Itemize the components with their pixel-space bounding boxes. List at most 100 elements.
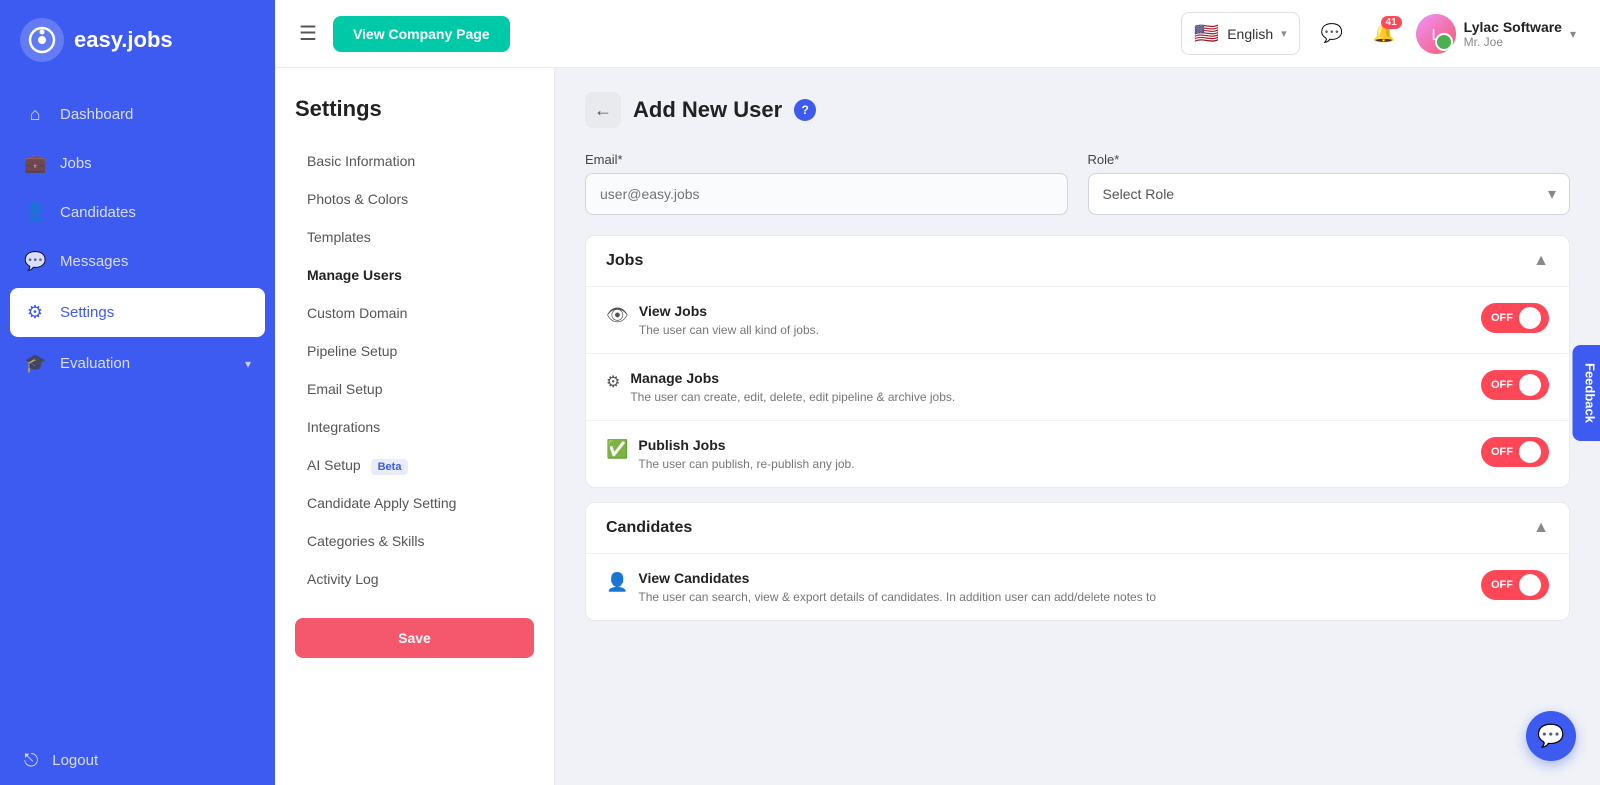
messages-icon: 💬 [24,251,46,272]
jobs-permission-section: Jobs ▲ 👁 View Jobs The user can view all… [585,235,1570,488]
settings-item-custom-domain[interactable]: Custom Domain [295,294,534,332]
email-label: Email* [585,152,1068,167]
candidates-icon: 👤 [24,202,46,223]
publish-jobs-desc: The user can publish, re-publish any job… [638,457,854,471]
view-candidates-left: 👤 View Candidates The user can search, v… [606,570,1156,604]
chat-bubble-icon: 💬 [1320,23,1342,44]
chat-bubble-button[interactable]: 💬 [1526,711,1576,761]
avatar: L [1416,14,1456,54]
settings-item-ai-setup[interactable]: AI Setup Beta [295,446,534,484]
user-info: Lylac Software Mr. Joe [1464,19,1562,49]
publish-jobs-toggle-label: OFF [1491,446,1513,458]
settings-item-candidate-apply[interactable]: Candidate Apply Setting [295,484,534,522]
publish-jobs-icon: ✅ [606,439,628,460]
chat-icon-button[interactable]: 💬 [1312,14,1352,54]
candidates-permission-section: Candidates ▲ 👤 View Candidates The user … [585,502,1570,621]
manage-jobs-icon: ⚙ [606,372,620,392]
view-jobs-toggle-label: OFF [1491,312,1513,324]
role-select-wrapper: Select Role Admin Manager ▾ [1088,173,1571,215]
help-icon[interactable]: ? [794,99,816,121]
language-selector[interactable]: 🇺🇸 English ▾ [1181,12,1299,55]
sidebar-item-messages-label: Messages [60,253,128,270]
view-jobs-toggle[interactable]: OFF [1481,303,1549,333]
hamburger-icon[interactable]: ☰ [299,21,317,46]
sidebar-item-dashboard[interactable]: ⌂ Dashboard [0,90,275,139]
sidebar-item-candidates-label: Candidates [60,204,136,221]
view-candidates-title: View Candidates [638,570,1156,586]
sidebar-item-settings-label: Settings [60,304,114,321]
email-input[interactable] [585,173,1068,215]
settings-item-manage-users[interactable]: Manage Users [295,256,534,294]
view-candidates-toggle-knob [1519,574,1541,596]
sidebar-nav: ⌂ Dashboard 💼 Jobs 👤 Candidates 💬 Messag… [0,80,275,736]
chat-bubble-icon-fixed: 💬 [1537,723,1564,749]
view-jobs-item: 👁 View Jobs The user can view all kind o… [586,286,1569,353]
candidates-section-header[interactable]: Candidates ▲ [586,503,1569,553]
settings-item-activity-log[interactable]: Activity Log [295,560,534,598]
view-jobs-left: 👁 View Jobs The user can view all kind o… [606,303,819,337]
flag-icon: 🇺🇸 [1194,21,1219,46]
sidebar: easy.jobs ⌂ Dashboard 💼 Jobs 👤 Candidate… [0,0,275,785]
header: ☰ View Company Page 🇺🇸 English ▾ 💬 🔔 41 [275,0,1600,68]
briefcase-icon: 💼 [24,153,46,174]
language-label: English [1227,26,1273,42]
view-candidates-toggle-label: OFF [1491,579,1513,591]
settings-item-photos-colors[interactable]: Photos & Colors [295,180,534,218]
sidebar-item-messages[interactable]: 💬 Messages [0,237,275,286]
logout-label: Logout [52,752,98,769]
settings-sidebar: Settings Basic Information Photos & Colo… [275,68,555,785]
publish-jobs-left: ✅ Publish Jobs The user can publish, re-… [606,437,855,471]
settings-item-categories-skills[interactable]: Categories & Skills [295,522,534,560]
candidates-section-title: Candidates [606,519,692,537]
evaluation-chevron: ▾ [245,357,251,371]
manage-jobs-toggle-label: OFF [1491,379,1513,391]
view-jobs-desc: The user can view all kind of jobs. [639,323,819,337]
view-candidates-text: View Candidates The user can search, vie… [638,570,1156,604]
page-content: ← Add New User ? Email* Role* Select Rol… [555,68,1600,785]
view-candidates-toggle[interactable]: OFF [1481,570,1549,600]
settings-item-email-setup[interactable]: Email Setup [295,370,534,408]
save-button[interactable]: Save [295,618,534,658]
sidebar-item-jobs-label: Jobs [60,155,92,172]
user-menu[interactable]: L Lylac Software Mr. Joe ▾ [1416,14,1576,54]
view-candidates-item: 👤 View Candidates The user can search, v… [586,553,1569,620]
user-name: Lylac Software [1464,19,1562,35]
sidebar-item-candidates[interactable]: 👤 Candidates [0,188,275,237]
sidebar-item-evaluation-label: Evaluation [60,355,130,372]
settings-item-basic-information[interactable]: Basic Information [295,142,534,180]
user-form: Email* Role* Select Role Admin Manager ▾ [585,152,1570,215]
manage-jobs-toggle[interactable]: OFF [1481,370,1549,400]
page-title: Add New User [633,97,782,123]
settings-item-integrations[interactable]: Integrations [295,408,534,446]
ai-setup-label: AI Setup [307,457,361,473]
jobs-section-header[interactable]: Jobs ▲ [586,236,1569,286]
evaluation-icon: 🎓 [24,353,46,374]
role-select[interactable]: Select Role Admin Manager [1088,173,1571,215]
manage-jobs-title: Manage Jobs [630,370,955,386]
beta-badge: Beta [371,459,409,475]
notification-button[interactable]: 🔔 41 [1364,14,1404,54]
manage-jobs-left: ⚙ Manage Jobs The user can create, edit,… [606,370,955,404]
sidebar-item-jobs[interactable]: 💼 Jobs [0,139,275,188]
sidebar-logo: easy.jobs [0,0,275,80]
settings-item-pipeline-setup[interactable]: Pipeline Setup [295,332,534,370]
manage-jobs-toggle-knob [1519,374,1541,396]
view-jobs-icon: 👁 [606,305,629,326]
feedback-button[interactable]: Feedback [1573,345,1600,441]
settings-item-templates[interactable]: Templates [295,218,534,256]
view-jobs-toggle-knob [1519,307,1541,329]
publish-jobs-toggle[interactable]: OFF [1481,437,1549,467]
sidebar-item-evaluation[interactable]: 🎓 Evaluation ▾ [0,339,275,388]
manage-jobs-text: Manage Jobs The user can create, edit, d… [630,370,955,404]
view-company-page-button[interactable]: View Company Page [333,16,510,52]
email-form-group: Email* [585,152,1068,215]
candidates-section-chevron-icon: ▲ [1533,519,1549,537]
manage-jobs-item: ⚙ Manage Jobs The user can create, edit,… [586,353,1569,420]
notification-badge: 41 [1381,16,1402,29]
back-button[interactable]: ← [585,92,621,128]
page-header: ← Add New User ? [585,92,1570,128]
sidebar-bottom: ⎋ Logout [0,736,275,785]
sidebar-item-dashboard-label: Dashboard [60,106,133,123]
sidebar-item-settings[interactable]: ⚙ Settings [10,288,265,337]
logout-button[interactable]: ⎋ Logout [24,750,251,771]
